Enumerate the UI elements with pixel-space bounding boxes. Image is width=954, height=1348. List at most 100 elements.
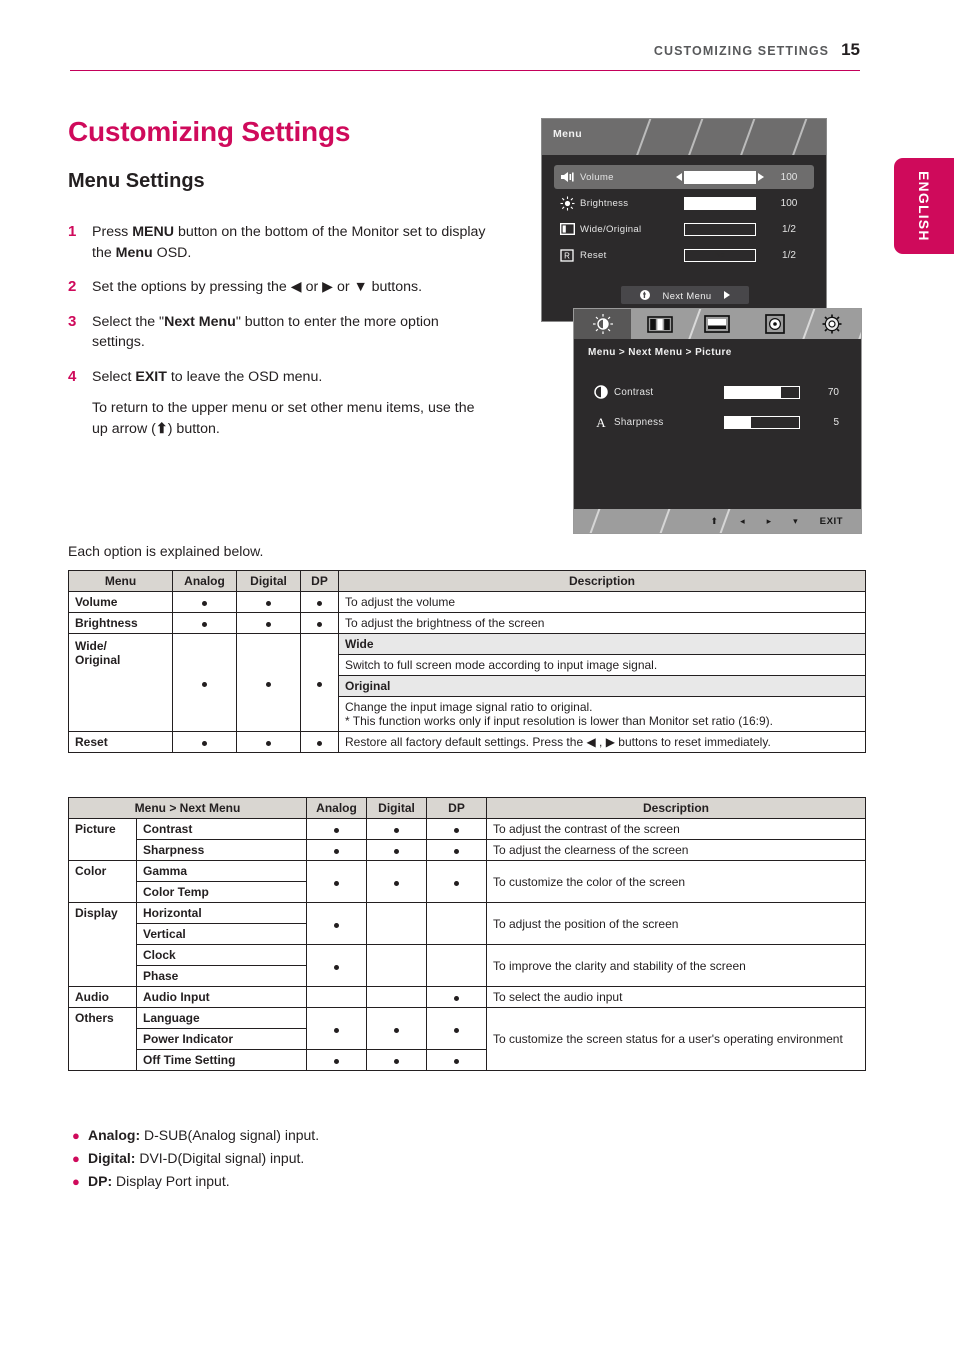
left-arrow-key-icon[interactable]: ◂ [740,516,745,527]
cell-analog [306,818,367,840]
col-description: Description [338,570,866,592]
cell-digital [366,818,427,840]
cell-description: To adjust the volume [338,591,866,613]
osd-slider-wrap[interactable]: Wide [676,222,764,236]
volume-slider[interactable] [684,170,756,184]
osd-row-value: 1/2 [782,249,796,261]
list-item: ● Analog: D-SUB(Analog signal) input. [72,1124,319,1147]
next-menu-button[interactable]: Next Menu [621,286,749,304]
bullet-icon: ● [72,1151,80,1166]
step3-part-a: Select the " [92,313,165,330]
osd-row-sharpness[interactable]: A Sharpness 5 [588,407,847,437]
item-color-temp: Color Temp [136,881,307,903]
svg-text:A: A [596,415,606,429]
sharpness-icon: A [588,415,614,429]
bullet-dot-icon [266,741,271,746]
contrast-slider[interactable] [724,385,800,399]
osd-tab-picture[interactable] [574,309,632,339]
original-label: Original [75,653,121,667]
cell-digital [366,1049,427,1071]
group-picture-continued [68,839,137,861]
bullet-dot-icon [394,849,399,854]
bullet-text: D-SUB(Analog signal) input. [140,1127,320,1143]
cell-description: To adjust the position of the screen [486,902,866,945]
brightness-slider[interactable] [684,196,756,210]
up-arrow-circle-icon [639,290,650,300]
step4-part-c: to leave the OSD menu. [166,368,323,385]
group-picture: Picture [68,818,137,840]
cell-dp [426,818,487,840]
exit-button[interactable]: EXIT [820,516,843,527]
down-arrow-key-icon[interactable]: ▾ [793,516,798,527]
osd-menu-rows: Volume 100 Brightness 100 Wide/Original … [542,155,826,267]
input-type-legend: ● Analog: D-SUB(Analog signal) input. ● … [72,1124,319,1193]
slider-left-arrow-icon[interactable] [676,173,682,181]
cell-analog [306,902,367,945]
osd-tab-color[interactable] [631,309,688,339]
osd-menu-screenshot: Menu Volume 100 Brightness 100 Wide/Orig… [541,118,827,322]
cell-dp [426,1007,487,1050]
osd-slider-wrap[interactable] [676,196,764,210]
sharpness-slider[interactable] [724,415,800,429]
cell-analog [306,986,367,1008]
bullet-text: DVI-D(Digital signal) input. [135,1150,305,1166]
osd-row-wide-original[interactable]: Wide/Original Wide 1/2 [554,217,814,241]
cell-description: To customize the color of the screen [486,860,866,903]
page-number: 15 [841,40,860,59]
cell-description: To adjust the brightness of the screen [338,612,866,634]
cell-digital [366,944,427,987]
col-analog: Analog [306,797,367,819]
left-arrow-icon: ◀ [290,279,302,295]
table-row: Brightness To adjust the brightness of t… [68,612,866,634]
cell-dp [300,633,339,732]
decor-slash [657,509,673,533]
step-1: 1 Press MENU button on the bottom of the… [68,222,493,263]
cell-digital [366,902,427,945]
bullet-dot-icon [454,1027,459,1033]
bullet-dot-icon [394,1059,399,1064]
table-row: Sharpness To adjust the clearness of the… [68,839,866,861]
osd-row-volume[interactable]: Volume 100 [554,165,814,189]
cell-dp [426,860,487,903]
wide-original-selector[interactable]: Wide [684,222,756,236]
bullet-dot-icon [334,1027,339,1033]
breadcrumb-text: Menu > Next Menu > Picture [588,346,732,358]
page-title: Customizing Settings [68,116,351,147]
reset-selector[interactable]: No [684,248,756,262]
decor-slash [633,119,653,155]
osd-row-contrast[interactable]: Contrast 70 [588,377,847,407]
osd-row-brightness[interactable]: Brightness 100 [554,191,814,215]
step-text: Press MENU button on the bottom of the M… [92,222,493,263]
cell-analog [306,1049,367,1071]
row-menu-name-wide-original: Wide/ Original [68,633,173,732]
step-2: 2 Set the options by pressing the ◀ or ▶… [68,277,493,298]
osd-row-value: 70 [827,386,839,398]
original-desc-line2: * This function works only if input reso… [345,714,773,728]
step2-part-a: Set the options by pressing the [92,279,291,295]
cell-analog [306,839,367,861]
right-arrow-key-icon[interactable]: ▸ [767,516,772,527]
osd-row-reset[interactable]: R Reset No 1/2 [554,243,814,267]
bullet-dot-icon [334,964,339,970]
step1-part-e: OSD. [152,244,192,261]
cell-description: To improve the clarity and stability of … [486,944,866,987]
bullet-term: DP: [88,1173,113,1189]
bullet-dot-icon [317,601,322,606]
up-arrow-key-icon[interactable]: ⬆ [711,516,719,527]
svg-text:R: R [564,251,570,260]
group-display-continued [68,944,137,966]
col-dp: DP [426,797,487,819]
cell-description: To select the audio input [486,986,866,1008]
col-analog: Analog [172,570,237,592]
bullet-dot-icon [266,681,271,687]
step2-part-c: or [333,279,354,295]
osd-slider-wrap[interactable]: No [676,248,764,262]
osd-slider-wrap[interactable] [676,170,764,184]
item-audio-input: Audio Input [136,986,307,1008]
osd-tab-audio[interactable] [746,309,803,339]
step-3: 3 Select the "Next Menu" button to enter… [68,312,493,353]
col-menu: Menu [68,570,173,592]
table-row: Audio Audio Input To select the audio in… [68,986,866,1008]
cell-digital [236,591,301,613]
step4-part-a: Select [92,368,136,385]
